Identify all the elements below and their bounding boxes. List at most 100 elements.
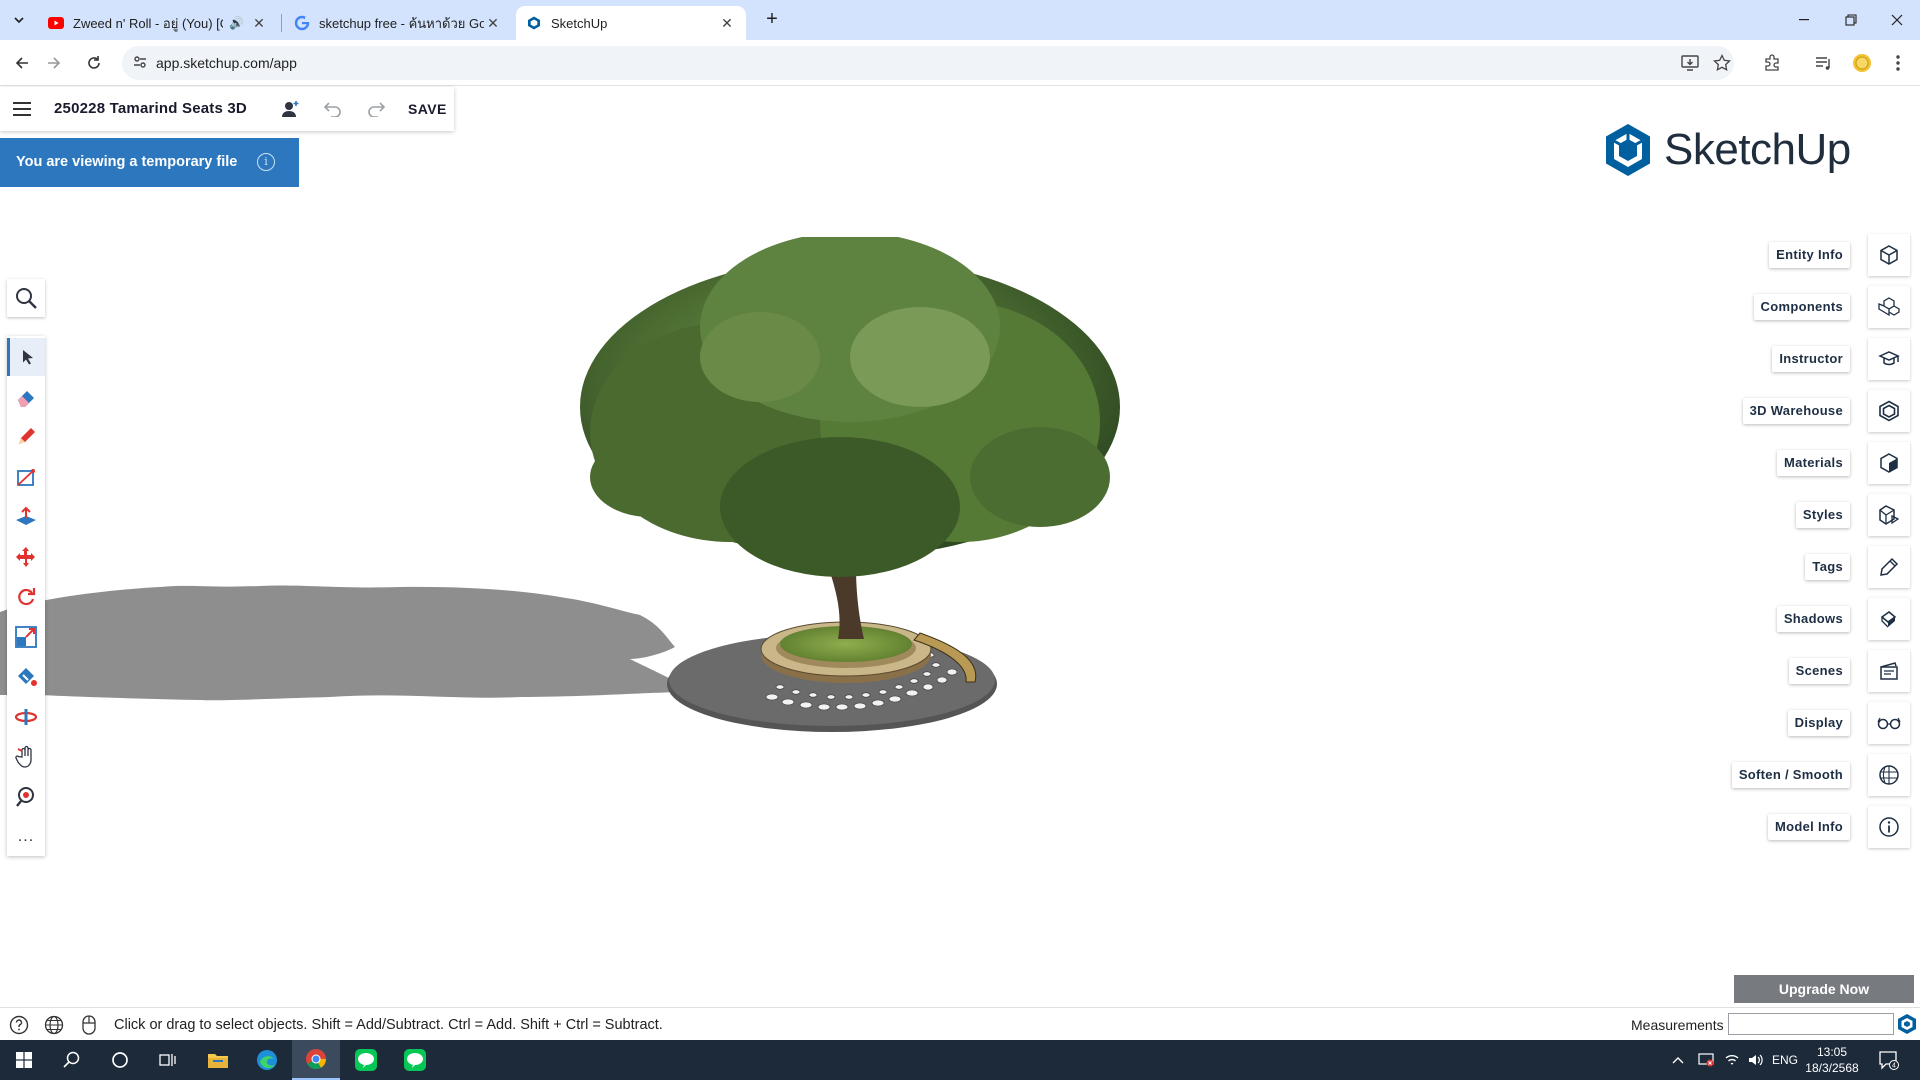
- styles-label[interactable]: Styles: [1795, 502, 1850, 528]
- browser-menu-icon[interactable]: [1886, 51, 1910, 75]
- input-language[interactable]: ENG: [1772, 1040, 1798, 1080]
- search-tool-button[interactable]: [7, 279, 45, 317]
- share-user-icon[interactable]: [279, 98, 301, 120]
- scenes-label[interactable]: Scenes: [1788, 658, 1850, 684]
- info-icon[interactable]: i: [257, 153, 275, 171]
- entity-info-label[interactable]: Entity Info: [1769, 242, 1850, 268]
- tab-search-chevron-icon[interactable]: [6, 7, 32, 33]
- paint-bucket-tool-button[interactable]: [7, 658, 45, 696]
- upgrade-now-button[interactable]: Upgrade Now: [1734, 975, 1914, 1003]
- tags-label[interactable]: Tags: [1805, 554, 1850, 580]
- components-label[interactable]: Components: [1753, 294, 1850, 320]
- tab-title: sketchup free - ค้นหาด้วย Google: [319, 15, 484, 31]
- redo-icon[interactable]: [365, 98, 387, 120]
- restore-window-icon[interactable]: [1828, 0, 1874, 40]
- cortana-circle-icon[interactable]: [96, 1040, 144, 1080]
- eraser-tool-icon: [18, 391, 34, 407]
- pencil-tool-button[interactable]: [7, 418, 45, 456]
- security-tray-icon[interactable]: [1698, 1040, 1714, 1080]
- line-app-second-icon[interactable]: [391, 1040, 439, 1080]
- rotate-tool-button[interactable]: [7, 578, 45, 616]
- taskbar-search-icon[interactable]: [48, 1040, 96, 1080]
- reload-icon[interactable]: [82, 51, 106, 75]
- orbit-tool-button[interactable]: [7, 698, 45, 736]
- help-icon[interactable]: [8, 1014, 30, 1036]
- edge-browser-icon[interactable]: [243, 1040, 291, 1080]
- materials-button[interactable]: [1868, 442, 1910, 484]
- sketchup-small-logo-icon: [1898, 1014, 1916, 1034]
- styles-button[interactable]: [1868, 494, 1910, 536]
- profile-avatar-icon[interactable]: [1850, 51, 1874, 75]
- materials-icon: [1880, 453, 1898, 473]
- bookmark-star-icon[interactable]: [1710, 51, 1734, 75]
- scenes-icon: [1880, 662, 1898, 680]
- pan-tool-button[interactable]: [7, 738, 45, 776]
- forward-arrow-icon[interactable]: [42, 51, 66, 75]
- show-hidden-icons-icon[interactable]: [1672, 1040, 1684, 1080]
- line-app-icon[interactable]: [342, 1040, 390, 1080]
- site-info-icon[interactable]: [132, 54, 150, 72]
- push-pull-tool-button[interactable]: [7, 498, 45, 536]
- 3d-warehouse-label[interactable]: 3D Warehouse: [1742, 398, 1850, 424]
- browser-tab-youtube[interactable]: Zweed n' Roll - อยู่ (You) [Of 🔊 ✕: [38, 6, 278, 40]
- wifi-icon[interactable]: [1724, 1040, 1740, 1080]
- zoom-extents-tool-button[interactable]: [7, 778, 45, 816]
- url-text: app.sketchup.com/app: [156, 55, 297, 71]
- temporary-file-banner: You are viewing a temporary file i: [0, 138, 299, 187]
- address-bar[interactable]: app.sketchup.com/app: [122, 46, 1734, 80]
- move-tool-button[interactable]: [7, 538, 45, 576]
- model-info-label[interactable]: Model Info: [1768, 814, 1850, 840]
- push-pull-tool-icon: [16, 506, 36, 525]
- task-view-icon[interactable]: [144, 1040, 192, 1080]
- soften-smooth-button[interactable]: [1868, 754, 1910, 796]
- new-tab-button[interactable]: +: [758, 8, 786, 32]
- notification-count: 4: [1892, 1063, 1896, 1070]
- close-tab-icon[interactable]: ✕: [484, 15, 502, 32]
- audio-playing-icon[interactable]: 🔊: [229, 16, 244, 30]
- shadows-button[interactable]: [1868, 598, 1910, 640]
- scenes-button[interactable]: [1868, 650, 1910, 692]
- mouse-icon[interactable]: [78, 1014, 100, 1036]
- minimize-window-icon[interactable]: [1782, 0, 1828, 40]
- file-explorer-icon[interactable]: [194, 1040, 242, 1080]
- start-windows-icon[interactable]: [0, 1040, 48, 1080]
- orbit-tool-icon: [14, 709, 38, 725]
- soften-smooth-label[interactable]: Soften / Smooth: [1731, 762, 1850, 788]
- close-tab-icon[interactable]: ✕: [250, 15, 268, 32]
- install-app-icon[interactable]: [1678, 51, 1702, 75]
- save-button[interactable]: SAVE: [408, 101, 447, 117]
- shadows-label[interactable]: Shadows: [1776, 606, 1850, 632]
- model-info-button[interactable]: [1868, 806, 1910, 848]
- eraser-tool-button[interactable]: [7, 378, 45, 416]
- scale-tool-button[interactable]: [7, 618, 45, 656]
- geo-location-icon[interactable]: [43, 1014, 65, 1036]
- more-tools-button[interactable]: ...: [7, 818, 45, 856]
- display-button[interactable]: [1868, 702, 1910, 744]
- rectangle-tool-button[interactable]: [7, 458, 45, 496]
- browser-tab-google[interactable]: sketchup free - ค้นหาด้วย Google ✕: [284, 6, 512, 40]
- display-label[interactable]: Display: [1787, 710, 1850, 736]
- hamburger-menu-icon[interactable]: [13, 102, 31, 116]
- taskbar-clock[interactable]: 13:05 18/3/2568: [1800, 1044, 1864, 1076]
- instructor-button[interactable]: [1868, 338, 1910, 380]
- back-arrow-icon[interactable]: [10, 51, 34, 75]
- 3d-warehouse-button[interactable]: [1868, 390, 1910, 432]
- model-viewport[interactable]: [0, 237, 1200, 837]
- close-window-icon[interactable]: [1874, 0, 1920, 40]
- entity-info-button[interactable]: [1868, 234, 1910, 276]
- close-tab-icon[interactable]: ✕: [718, 15, 736, 32]
- volume-icon[interactable]: [1748, 1040, 1764, 1080]
- select-tool-button[interactable]: [7, 338, 45, 376]
- file-name[interactable]: 250228 Tamarind Seats 3D: [54, 100, 247, 117]
- media-control-icon[interactable]: [1812, 51, 1836, 75]
- undo-icon[interactable]: [322, 98, 344, 120]
- measurements-input[interactable]: [1728, 1013, 1894, 1035]
- instructor-label[interactable]: Instructor: [1772, 346, 1850, 372]
- materials-label[interactable]: Materials: [1776, 450, 1850, 476]
- components-button[interactable]: [1868, 286, 1910, 328]
- chrome-browser-icon[interactable]: [292, 1040, 340, 1080]
- notification-center-icon[interactable]: 4: [1878, 1040, 1900, 1080]
- extensions-icon[interactable]: [1760, 51, 1784, 75]
- tags-button[interactable]: [1868, 546, 1910, 588]
- browser-tab-sketchup[interactable]: SketchUp ✕: [516, 6, 746, 40]
